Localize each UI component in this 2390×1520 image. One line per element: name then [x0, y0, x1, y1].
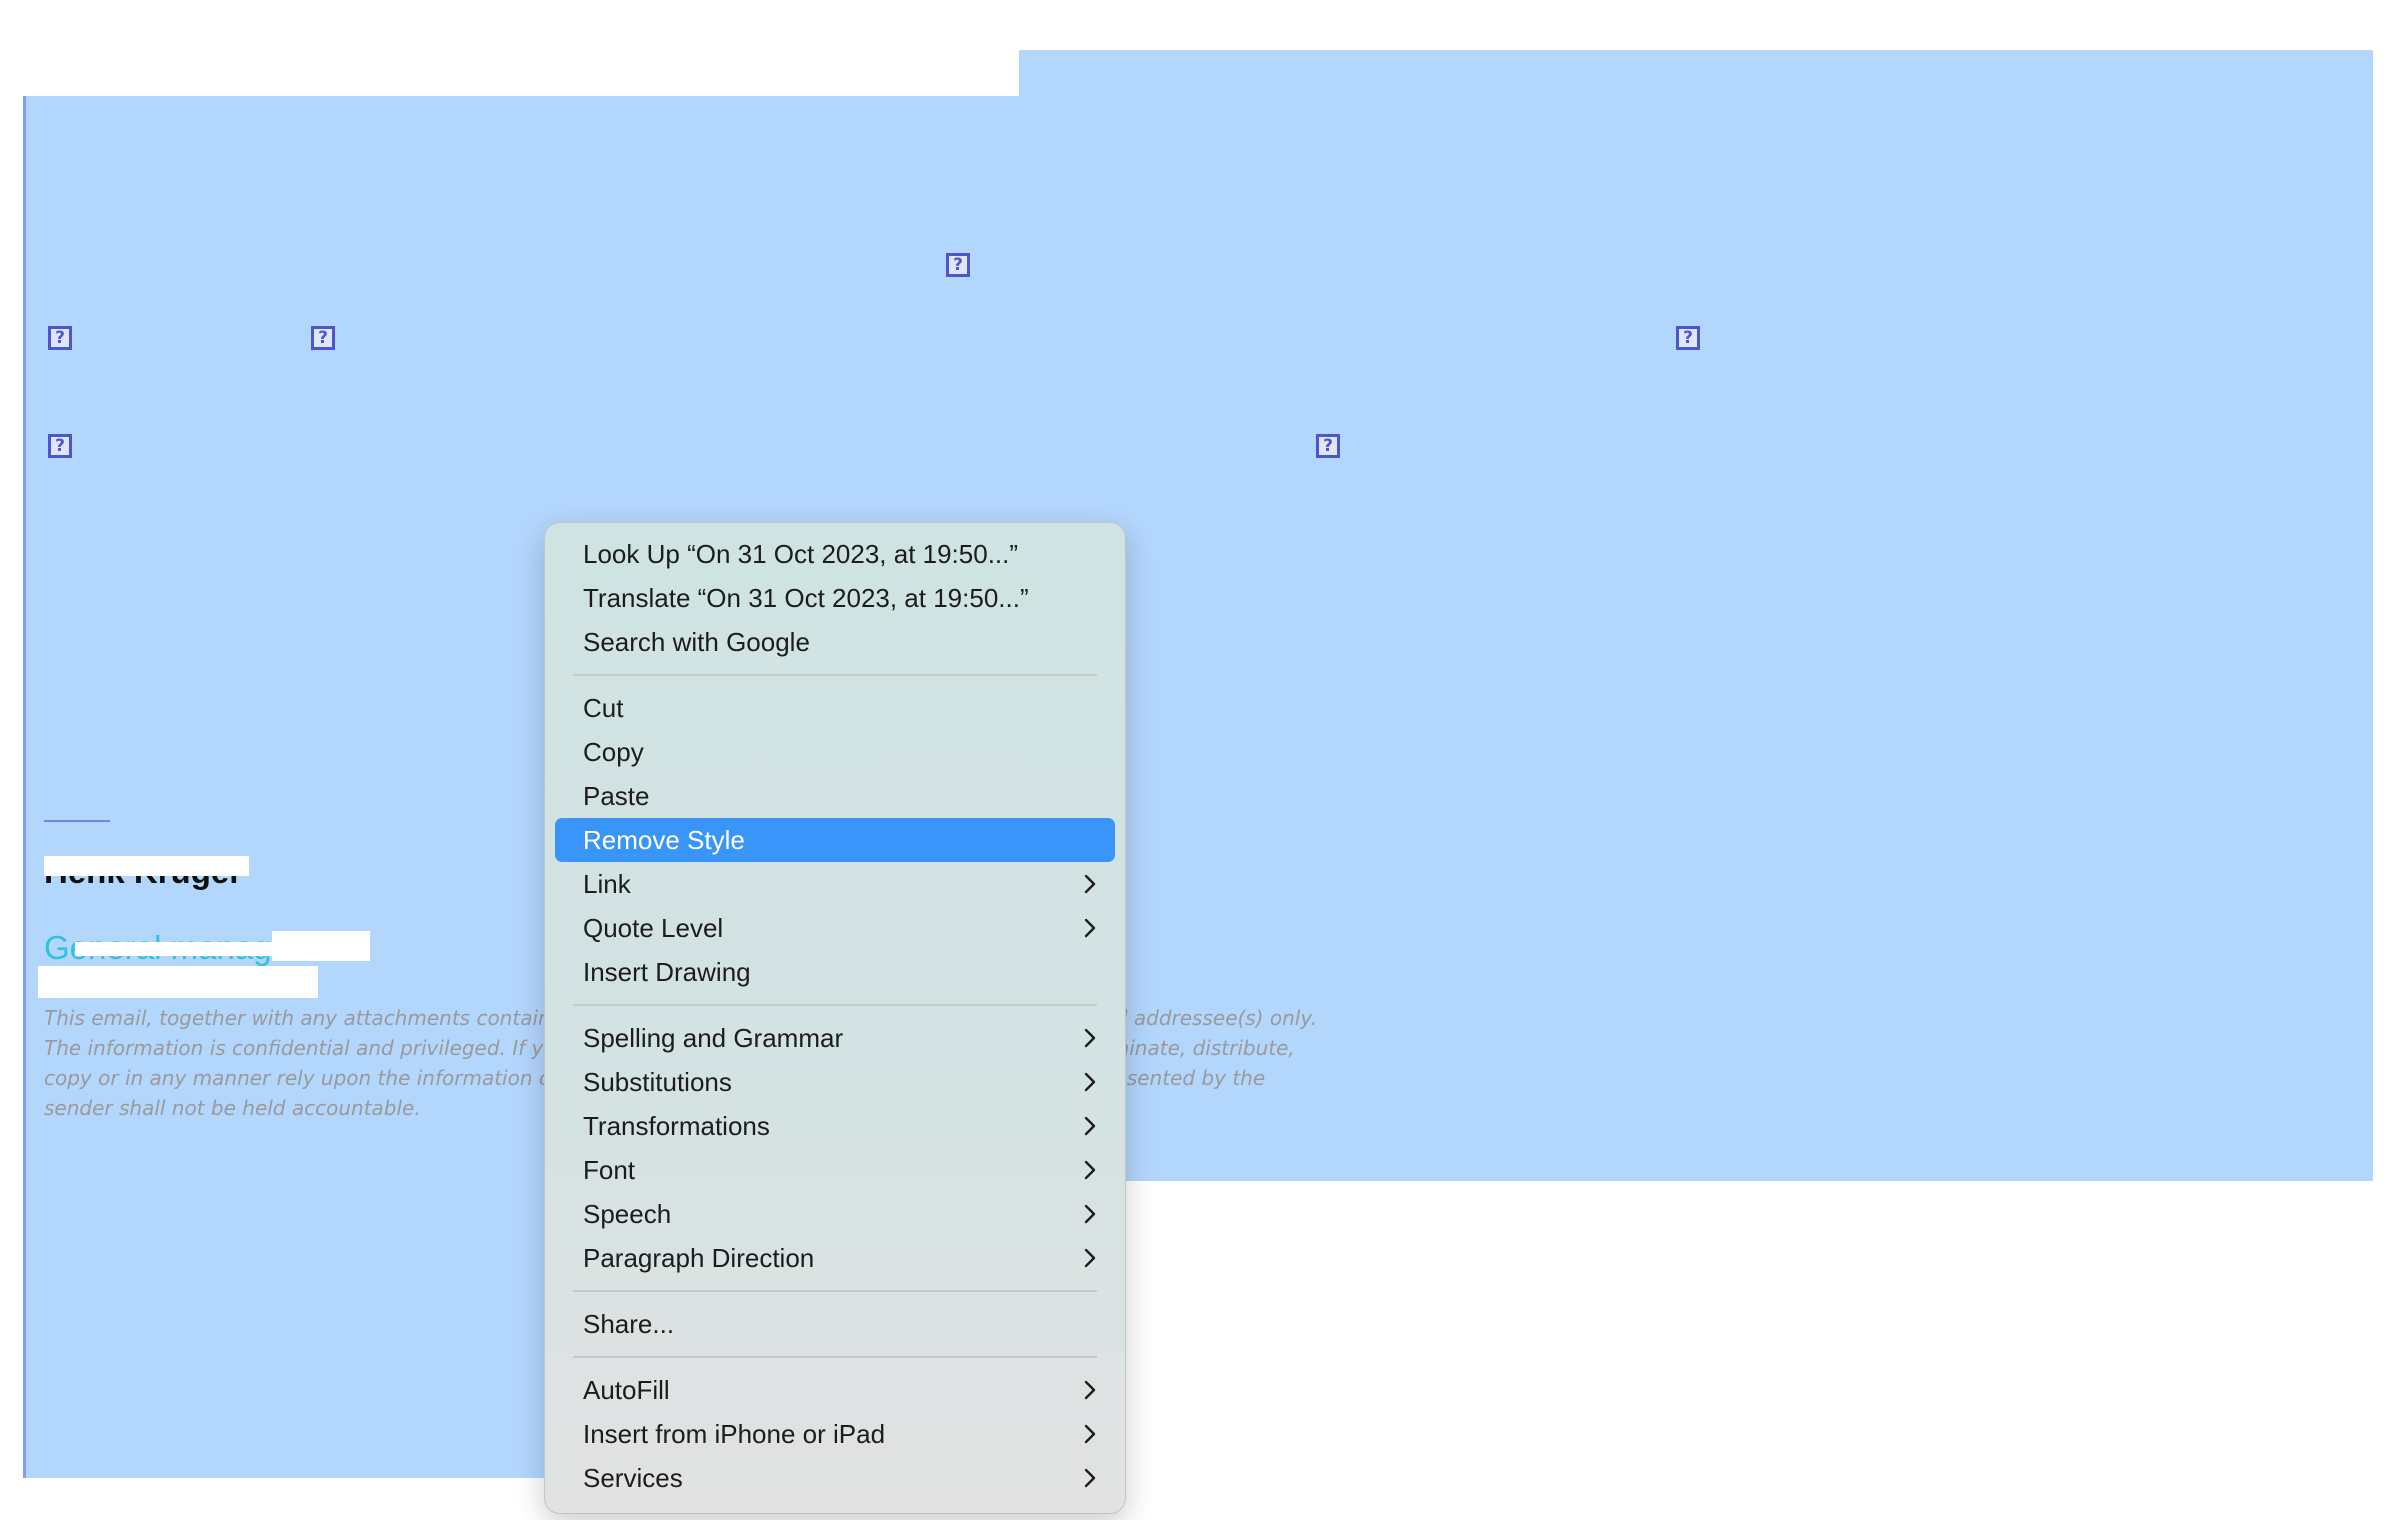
menu-item-copy[interactable]: Copy	[555, 730, 1115, 774]
quote-level-bar	[23, 96, 26, 1478]
menu-item-label: Insert Drawing	[583, 957, 751, 987]
missing-image-icon: ?	[1316, 434, 1340, 458]
menu-item-services[interactable]: Services	[555, 1456, 1115, 1500]
menu-item-label: Services	[583, 1463, 683, 1493]
menu-item-autofill[interactable]: AutoFill	[555, 1368, 1115, 1412]
menu-item-label: Remove Style	[583, 825, 745, 855]
menu-item-transformations[interactable]: Transformations	[555, 1104, 1115, 1148]
selection-highlight-upper	[1019, 50, 2373, 100]
menu-item-share[interactable]: Share...	[555, 1302, 1115, 1346]
menu-item-label: Paragraph Direction	[583, 1243, 815, 1273]
chevron-right-icon	[1081, 1148, 1099, 1192]
menu-item-insert-drawing[interactable]: Insert Drawing	[555, 950, 1115, 994]
menu-item-label: Speech	[583, 1199, 672, 1229]
chevron-right-icon	[1081, 1104, 1099, 1148]
menu-item-label: Share...	[583, 1309, 675, 1339]
chevron-right-icon	[1081, 1016, 1099, 1060]
menu-item-label: AutoFill	[583, 1375, 670, 1405]
chevron-right-icon	[1081, 1060, 1099, 1104]
menu-item-look-up-on-31-oct-2023-at-19-50[interactable]: Look Up “On 31 Oct 2023, at 19:50...”	[555, 532, 1115, 576]
menu-item-insert-from-iphone-or-ipad[interactable]: Insert from iPhone or iPad	[555, 1412, 1115, 1456]
menu-item-quote-level[interactable]: Quote Level	[555, 906, 1115, 950]
menu-item-translate-on-31-oct-2023-at-19-50[interactable]: Translate “On 31 Oct 2023, at 19:50...”	[555, 576, 1115, 620]
context-menu: Look Up “On 31 Oct 2023, at 19:50...” Tra…	[544, 522, 1126, 1514]
menu-item-label: Look Up “On 31 Oct 2023, at 19:50...”	[583, 539, 1019, 569]
menu-item-label: Cut	[583, 693, 624, 723]
chevron-right-icon	[1081, 1412, 1099, 1456]
chevron-right-icon	[1081, 1456, 1099, 1500]
missing-image-icon: ?	[1676, 326, 1700, 350]
menu-item-search-with-google[interactable]: Search with Google	[555, 620, 1115, 664]
redaction-box	[272, 931, 370, 961]
menu-separator	[573, 1004, 1097, 1006]
redaction-box	[38, 966, 318, 998]
menu-separator	[573, 674, 1097, 676]
menu-item-label: Search with Google	[583, 627, 810, 657]
menu-separator	[573, 1290, 1097, 1292]
menu-item-label: Font	[583, 1155, 636, 1185]
menu-item-label: Translate “On 31 Oct 2023, at 19:50...”	[583, 583, 1029, 613]
menu-item-label: Transformations	[583, 1111, 770, 1141]
menu-item-label: Copy	[583, 737, 644, 767]
menu-item-substitutions[interactable]: Substitutions	[555, 1060, 1115, 1104]
menu-item-label: Insert from iPhone or iPad	[583, 1419, 886, 1449]
menu-item-font[interactable]: Font	[555, 1148, 1115, 1192]
menu-item-link[interactable]: Link	[555, 862, 1115, 906]
menu-item-remove-style[interactable]: Remove Style	[555, 818, 1115, 862]
missing-image-icon: ?	[946, 253, 970, 277]
chevron-right-icon	[1081, 1368, 1099, 1412]
missing-image-icon: ?	[48, 434, 72, 458]
menu-item-cut[interactable]: Cut	[555, 686, 1115, 730]
menu-item-spelling-and-grammar[interactable]: Spelling and Grammar	[555, 1016, 1115, 1060]
chevron-right-icon	[1081, 862, 1099, 906]
signature-divider	[44, 820, 110, 822]
chevron-right-icon	[1081, 906, 1099, 950]
redaction-box	[44, 856, 249, 876]
menu-item-speech[interactable]: Speech	[555, 1192, 1115, 1236]
menu-item-label: Substitutions	[583, 1067, 732, 1097]
menu-item-label: Link	[583, 869, 631, 899]
menu-item-paragraph-direction[interactable]: Paragraph Direction	[555, 1236, 1115, 1280]
menu-separator	[573, 1356, 1097, 1358]
missing-image-icon: ?	[311, 326, 335, 350]
menu-item-label: Spelling and Grammar	[583, 1023, 844, 1053]
chevron-right-icon	[1081, 1192, 1099, 1236]
chevron-right-icon	[1081, 1236, 1099, 1280]
missing-image-icon: ?	[48, 326, 72, 350]
menu-item-label: Paste	[583, 781, 650, 811]
menu-item-label: Quote Level	[583, 913, 724, 943]
redaction-box	[75, 942, 273, 956]
menu-item-paste[interactable]: Paste	[555, 774, 1115, 818]
